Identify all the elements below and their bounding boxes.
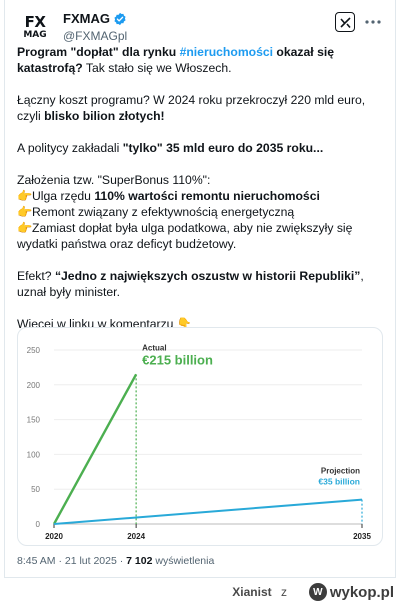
paragraph-2: Łączny koszt programu? W 2024 roku przek…	[17, 92, 385, 124]
p5-bold: “Jedno z największych oszustw w historii…	[54, 269, 361, 283]
pointing-hand-icon: 👉	[17, 189, 33, 203]
tweet-card: FX MAG FXMAG @FXMAGpl Program "dopłat" d…	[4, 0, 396, 578]
paragraph-3: A politycy zakładali "tylko" 35 mld euro…	[17, 140, 385, 156]
account-handle[interactable]: @FXMAGpl	[63, 29, 127, 43]
x-tick-label: 2035	[353, 532, 371, 541]
item2-text: Remont związany z efektywnością energety…	[32, 205, 295, 219]
y-tick-label: 0	[36, 520, 41, 529]
y-tick-label: 50	[31, 485, 40, 494]
series-name-label: Actual	[142, 343, 166, 352]
wykop-logo: W wykop.pl	[308, 583, 394, 601]
pointing-hand-icon: 👉	[17, 205, 33, 219]
verified-badge-icon	[114, 12, 126, 25]
footer-separator: z	[281, 585, 287, 599]
tweet-header: FX MAG FXMAG @FXMAGpl	[17, 8, 385, 48]
footer-user: Xianist	[232, 585, 272, 599]
account-name[interactable]: FXMAG	[63, 11, 110, 26]
footer-credit: Xianist z	[232, 585, 287, 599]
paragraph-4-intro: Założenia tzw. "SuperBonus 110%":	[17, 173, 211, 187]
series-value-label: €35 billion	[318, 477, 360, 487]
series-name-label: Projection	[321, 467, 360, 476]
p2-bold: blisko bilion złotych!	[44, 109, 165, 123]
y-tick-label: 150	[27, 416, 41, 425]
y-tick-label: 100	[27, 450, 41, 459]
list-item-2: 👉Remont związany z efektywnością energet…	[17, 204, 385, 220]
p5-text: Efekt?	[17, 269, 55, 283]
series-line-actual	[52, 373, 138, 525]
tweet-text: Program "dopłat" dla rynku #nieruchomośc…	[17, 44, 385, 332]
views-label: wyświetlenia	[152, 555, 215, 567]
item3-text: Zamiast dopłat była ulga podatkowa, aby …	[17, 221, 353, 251]
p3-bold: "tylko" 35 mld euro do 2035 roku...	[122, 141, 324, 155]
views-count: 7 102	[126, 555, 153, 567]
item1-text: Ulga rzędu	[32, 189, 95, 203]
chart-image[interactable]: 0 50 100 150 200 250 2020 2024 2035 Actual €215 bi…	[17, 327, 383, 546]
list-item-1: 👉Ulga rzędu 110% wartości remontu nieruc…	[17, 188, 385, 204]
x-tick-label: 2024	[127, 532, 145, 541]
wykop-mark-icon: W	[308, 583, 327, 601]
more-options-icon[interactable]	[363, 12, 383, 32]
p1-rest: Tak stało się we Włoszech.	[82, 61, 232, 75]
paragraph-5: Efekt? “Jedno z największych oszustw w h…	[17, 268, 385, 300]
y-tick-label: 250	[27, 346, 41, 355]
series-value-label: €215 billion	[142, 352, 213, 367]
list-item-3: 👉Zamiast dopłat była ulga podatkowa, aby…	[17, 220, 385, 252]
series-line-projection	[53, 498, 363, 525]
x-tick-label: 2020	[45, 532, 63, 541]
pointing-hand-icon: 👉	[17, 221, 33, 235]
watermark-bar: Xianist z W wykop.pl	[0, 580, 400, 606]
grok-icon[interactable]	[335, 12, 355, 32]
hashtag-link[interactable]: #nieruchomości	[180, 45, 273, 59]
tweet-meta: 8:45 AM · 21 lut 2025 · 7 102 wyświetlen…	[17, 555, 214, 567]
p3-text: A politycy zakładali	[17, 141, 123, 155]
avatar[interactable]: FX MAG	[17, 10, 53, 46]
item1-bold: 110% wartości remontu nieruchomości	[94, 189, 320, 203]
avatar-line1: FX	[24, 12, 46, 31]
line-chart: 0 50 100 150 200 250 2020 2024 2035 Actual€215 bi…	[27, 343, 372, 541]
site-name: wykop.pl	[329, 583, 394, 601]
p1-bold-start: Program "dopłat" dla rynku	[17, 45, 180, 59]
timestamp[interactable]: 8:45 AM · 21 lut 2025 ·	[17, 555, 126, 567]
avatar-line2: MAG	[23, 29, 47, 40]
paragraph-1: Program "dopłat" dla rynku #nieruchomośc…	[17, 44, 385, 76]
account-name-row[interactable]: FXMAG	[63, 11, 127, 26]
y-tick-label: 200	[27, 381, 41, 390]
